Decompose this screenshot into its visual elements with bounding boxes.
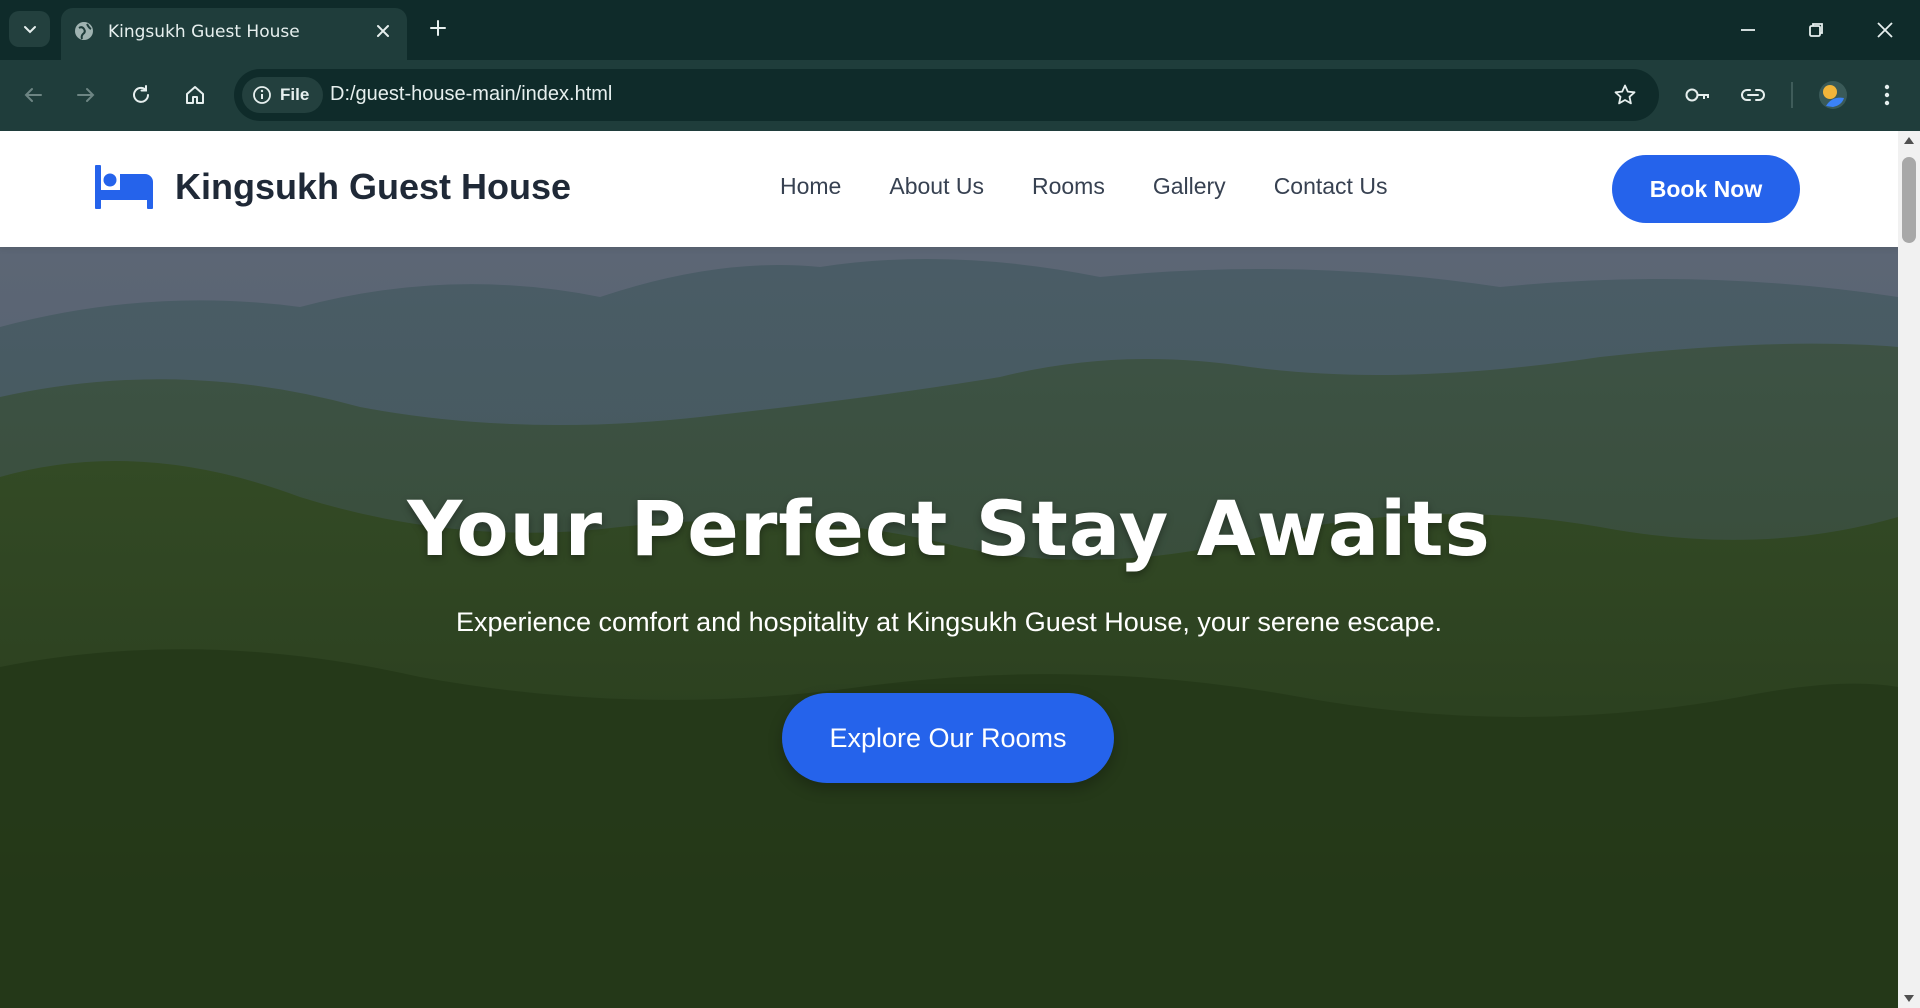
tab-title: Kingsukh Guest House: [108, 22, 300, 42]
home-icon: [186, 86, 204, 104]
explore-rooms-button[interactable]: Explore Our Rooms: [782, 693, 1114, 783]
close-window-button[interactable]: [1865, 10, 1905, 50]
more-vertical-icon: [1884, 84, 1890, 106]
browser-tab-active[interactable]: Kingsukh Guest House: [61, 8, 407, 60]
nav-home[interactable]: Home: [780, 173, 841, 200]
bed-icon: [95, 165, 153, 209]
browser-menu-button[interactable]: [1869, 77, 1905, 113]
nav-contact-us[interactable]: Contact Us: [1274, 173, 1388, 200]
nav-gallery[interactable]: Gallery: [1153, 173, 1226, 200]
info-icon: [253, 86, 271, 104]
brand-name: Kingsukh Guest House: [175, 166, 572, 207]
nav-about-us[interactable]: About Us: [889, 173, 984, 200]
close-tab-icon[interactable]: [371, 19, 395, 43]
reload-icon: [133, 85, 149, 103]
reload-button[interactable]: [123, 77, 159, 113]
scroll-up-arrow-icon[interactable]: [1904, 137, 1914, 144]
avatar-icon: [1819, 81, 1847, 109]
page-scrollbar[interactable]: [1898, 131, 1920, 1008]
scroll-thumb[interactable]: [1902, 157, 1916, 243]
minimize-button[interactable]: [1728, 10, 1768, 50]
toolbar-divider: [1791, 82, 1793, 108]
hero-title: Your Perfect Stay Awaits: [407, 484, 1491, 573]
book-now-button[interactable]: Book Now: [1612, 155, 1800, 223]
main-nav: Home About Us Rooms Gallery Contact Us: [780, 173, 1387, 200]
plus-icon: [430, 20, 446, 36]
restore-button[interactable]: [1796, 10, 1836, 50]
back-button[interactable]: [15, 77, 51, 113]
arrow-left-icon: [24, 88, 42, 102]
nav-rooms[interactable]: Rooms: [1032, 173, 1105, 200]
key-icon: [1685, 88, 1709, 102]
password-manager-button[interactable]: [1680, 77, 1716, 113]
new-tab-button[interactable]: [424, 14, 452, 42]
minimize-icon: [1741, 29, 1755, 31]
site-info-chip[interactable]: File: [242, 77, 324, 113]
profile-avatar-button[interactable]: [1815, 77, 1851, 113]
arrow-right-icon: [77, 88, 95, 102]
page-viewport: Kingsukh Guest House Home About Us Rooms…: [0, 131, 1898, 1008]
bookmark-star-button[interactable]: [1611, 81, 1639, 109]
close-icon: [1877, 22, 1893, 38]
scroll-down-arrow-icon[interactable]: [1904, 995, 1914, 1002]
browser-toolbar: File D:/guest-house-main/index.html: [0, 60, 1920, 131]
hero-section: Your Perfect Stay Awaits Experience comf…: [0, 247, 1898, 1008]
forward-button[interactable]: [68, 77, 104, 113]
hero-subtitle: Experience comfort and hospitality at Ki…: [455, 607, 1443, 637]
chevron-down-icon: [23, 26, 36, 34]
site-header: Kingsukh Guest House Home About Us Rooms…: [0, 131, 1898, 247]
site-chip-label: File: [280, 85, 310, 104]
share-link-button[interactable]: [1735, 77, 1771, 113]
url-text[interactable]: D:/guest-house-main/index.html: [330, 83, 612, 106]
home-button[interactable]: [177, 77, 213, 113]
brand-logo-link[interactable]: Kingsukh Guest House: [95, 165, 571, 209]
link-icon: [1741, 89, 1765, 101]
star-icon: [1614, 84, 1636, 105]
browser-tabstrip: Kingsukh Guest House: [0, 0, 1920, 60]
globe-icon: [75, 22, 93, 40]
tab-search-button[interactable]: [9, 11, 50, 47]
address-bar[interactable]: File D:/guest-house-main/index.html: [234, 69, 1659, 121]
restore-icon: [1809, 23, 1823, 37]
